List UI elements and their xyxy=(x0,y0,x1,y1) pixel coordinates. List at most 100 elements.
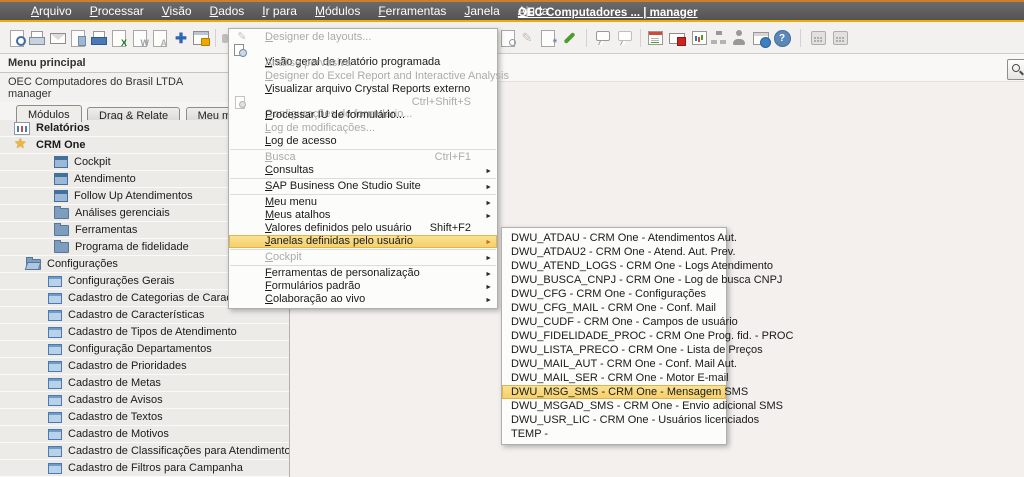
preview-icon[interactable] xyxy=(8,29,26,47)
calculator-alt-icon[interactable] xyxy=(831,29,849,47)
submenu-item[interactable]: DWU_USR_LIC - CRM One - Usuários licenci… xyxy=(502,413,726,427)
menu-item-visao-geral-relatorio[interactable]: Visão geral de relatório programada xyxy=(229,44,497,57)
ferramentas-menu: Designer de layouts... Visão geral de re… xyxy=(228,28,498,309)
scheduled-report-icon xyxy=(234,44,246,56)
window-icon xyxy=(48,429,62,440)
printer-icon[interactable] xyxy=(90,29,108,47)
menu-item-configuracoes-formulario: Configurações do formulário...Ctrl+Shift… xyxy=(229,96,497,109)
window-icon xyxy=(48,446,62,457)
folder-icon xyxy=(54,208,69,219)
submenu-item[interactable]: DWU_ATDAU - CRM One - Atendimentos Aut. xyxy=(502,231,726,245)
comment-icon[interactable] xyxy=(594,29,612,47)
submenu-item[interactable]: DWU_MSGAD_SMS - CRM One - Envio adiciona… xyxy=(502,399,726,413)
tree-item[interactable]: Cadastro de Tipos de Atendimento xyxy=(0,324,289,341)
chart-icon[interactable] xyxy=(690,29,708,47)
menu-separator xyxy=(230,265,496,266)
submenu-arrow-icon: ► xyxy=(485,181,492,194)
toolbar-separator xyxy=(640,29,641,47)
email-icon[interactable] xyxy=(49,29,67,47)
submenu-item[interactable]: DWU_CFG - CRM One - Configurações xyxy=(502,287,726,301)
submenu-item[interactable]: TEMP - xyxy=(502,427,726,441)
menubar-item-processar[interactable]: Processar xyxy=(81,2,153,20)
shortcut-label: Shift+F2 xyxy=(430,222,471,235)
menu-item-processar-iu-formulario[interactable]: Processar IU de formulário... xyxy=(229,109,497,122)
menubar-item-modulos[interactable]: Módulos xyxy=(306,2,369,20)
comment-add-icon[interactable] xyxy=(616,29,634,47)
menubar-item-ir-para[interactable]: Ir para xyxy=(253,2,306,20)
org-chart-icon[interactable] xyxy=(710,29,728,47)
menu-item-visualizar-crystal-reports[interactable]: Visualizar arquivo Crystal Reports exter… xyxy=(229,83,497,96)
window-icon xyxy=(48,310,62,321)
help-icon[interactable] xyxy=(773,29,791,47)
menu-item-designer-excel-report: Designer do Excel Report and Interactive… xyxy=(229,70,497,83)
menu-item-consultas[interactable]: Consultas► xyxy=(229,164,497,177)
menu-item-ferramentas-personalizacao[interactable]: Ferramentas de personalização► xyxy=(229,267,497,280)
menubar-item-janela[interactable]: Janela xyxy=(455,2,508,20)
menubar-item-ferramentas[interactable]: Ferramentas xyxy=(369,2,455,20)
menu-separator xyxy=(230,194,496,195)
submenu-item[interactable]: DWU_ATDAU2 - CRM One - Atend. Aut. Prev. xyxy=(502,245,726,259)
locked-window-icon[interactable] xyxy=(192,29,210,47)
tree-item[interactable]: Cadastro de Textos xyxy=(0,409,289,426)
tree-item[interactable]: Cadastro de Características xyxy=(0,307,289,324)
print-icon[interactable] xyxy=(28,29,46,47)
menu-item-valores-definidos[interactable]: Valores definidos pelo usuárioShift+F2 xyxy=(229,222,497,235)
menu-item-formularios-padrao[interactable]: Formulários padrão► xyxy=(229,280,497,293)
toolbar xyxy=(0,22,1024,54)
doc-search-icon[interactable] xyxy=(499,29,517,47)
window-icon xyxy=(54,190,68,202)
tree-item[interactable]: Cadastro de Prioridades xyxy=(0,358,289,375)
calculator-icon[interactable] xyxy=(809,29,827,47)
menu-item-designer-de-layouts: Designer de layouts... xyxy=(229,31,497,44)
menu-item-meus-atalhos[interactable]: Meus atalhos► xyxy=(229,209,497,222)
tree-item[interactable]: Cadastro de Avisos xyxy=(0,392,289,409)
tree-item[interactable]: Cadastro de Classificações para Atendime… xyxy=(0,443,289,460)
calendar-icon[interactable] xyxy=(646,29,664,47)
export-pdf-icon[interactable] xyxy=(151,29,169,47)
menu-item-cockpit: Cockpit► xyxy=(229,251,497,264)
menubar-item-dados[interactable]: Dados xyxy=(201,2,254,20)
star-icon xyxy=(14,138,30,152)
tree-item[interactable]: Cadastro de Metas xyxy=(0,375,289,392)
search-icon[interactable] xyxy=(1007,59,1024,80)
menu-separator xyxy=(230,249,496,250)
browser-icon[interactable] xyxy=(752,29,770,47)
submenu-item[interactable]: DWU_MAIL_SER - CRM One - Motor E-mail xyxy=(502,371,726,385)
user-icon[interactable] xyxy=(730,29,748,47)
edit-pencil-icon[interactable] xyxy=(518,29,536,47)
menubar-item-visao[interactable]: Visão xyxy=(153,2,201,20)
page-setup-icon[interactable] xyxy=(69,29,87,47)
shortcut-label: Ctrl+F1 xyxy=(435,151,471,164)
window-icon xyxy=(54,156,68,168)
export-word-icon[interactable] xyxy=(131,29,149,47)
form-settings-icon[interactable] xyxy=(539,29,557,47)
tree-item[interactable]: Cadastro de Motivos xyxy=(0,426,289,443)
janelas-definidas-submenu: DWU_ATDAU - CRM One - Atendimentos Aut. … xyxy=(501,227,727,445)
submenu-item[interactable]: DWU_FIDELIDADE_PROC - CRM One Prog. fid.… xyxy=(502,329,726,343)
report-icon xyxy=(14,122,30,135)
submenu-item[interactable]: DWU_BUSCA_CNPJ - CRM One - Log de busca … xyxy=(502,273,726,287)
submenu-item-dwu-msg-sms[interactable]: DWU_MSG_SMS - CRM One - Mensagem SMS xyxy=(502,385,726,399)
tree-item[interactable]: Cadastro de Filtros para Campanha xyxy=(0,460,289,477)
menu-item-colaboracao-ao-vivo[interactable]: Colaboração ao vivo► xyxy=(229,293,497,306)
menu-item-sap-studio-suite[interactable]: SAP Business One Studio Suite► xyxy=(229,180,497,193)
submenu-item[interactable]: DWU_LISTA_PRECO - CRM One - Lista de Pre… xyxy=(502,343,726,357)
submenu-item[interactable]: DWU_ATEND_LOGS - CRM One - Logs Atendime… xyxy=(502,259,726,273)
tab-modulos[interactable]: Módulos xyxy=(16,105,82,122)
navigate-icon[interactable] xyxy=(172,29,190,47)
customize-wrench-icon[interactable] xyxy=(560,29,578,47)
menu-bar: Arquivo Processar Visão Dados Ir para Mó… xyxy=(0,0,1024,22)
menu-item-meu-menu[interactable]: Meu menu► xyxy=(229,196,497,209)
menu-item-janelas-definidas-pelo-usuario[interactable]: Janelas definidas pelo usuário► xyxy=(229,235,497,248)
folder-icon xyxy=(54,242,69,253)
submenu-item[interactable]: DWU_CUDF - CRM One - Campos de usuário xyxy=(502,315,726,329)
form-settings-small-icon xyxy=(234,96,246,108)
submenu-item[interactable]: DWU_CFG_MAIL - CRM One - Conf. Mail xyxy=(502,301,726,315)
menu-item-log-acesso[interactable]: Log de acesso xyxy=(229,135,497,148)
tree-item[interactable]: Configuração Departamentos xyxy=(0,341,289,358)
window-icon xyxy=(48,293,62,304)
menubar-item-arquivo[interactable]: Arquivo xyxy=(22,2,81,20)
mail-alert-icon[interactable] xyxy=(668,29,686,47)
submenu-item[interactable]: DWU_MAIL_AUT - CRM One - Conf. Mail Aut. xyxy=(502,357,726,371)
export-excel-icon[interactable] xyxy=(110,29,128,47)
